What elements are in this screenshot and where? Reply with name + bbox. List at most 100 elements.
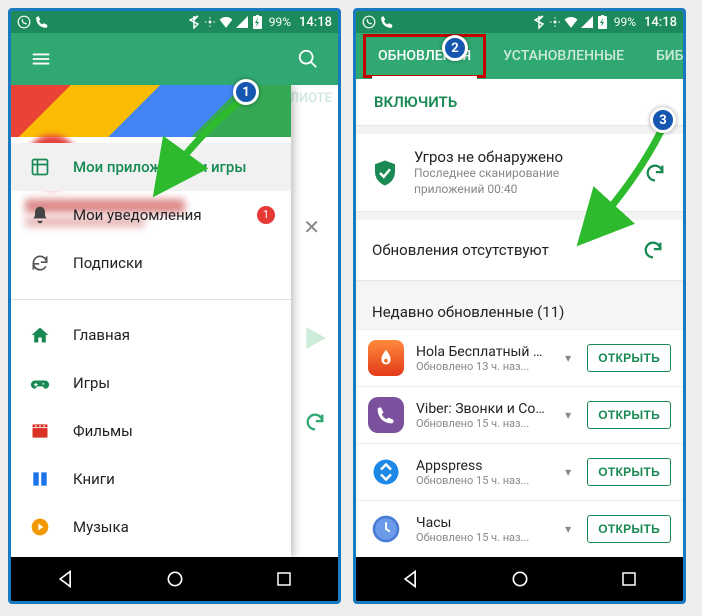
drawer-item-notifications[interactable]: Мои уведомления 1 [11, 191, 291, 239]
annotation-bubble-2: 2 [442, 35, 468, 61]
signal-icon [235, 15, 249, 29]
status-bar: 99% 14:18 [11, 11, 338, 33]
app-sub: Обновлено 15 ч. наз... [416, 474, 549, 487]
drawer-item-label: Книги [73, 470, 115, 488]
open-button[interactable]: ОТКРЫТЬ [587, 458, 671, 486]
phone-handset-icon [380, 15, 394, 29]
drawer-item-label: Музыка [73, 518, 129, 536]
apps-icon [29, 156, 51, 178]
drawer-item-games[interactable]: Игры [11, 359, 291, 407]
chevron-down-icon[interactable]: ▾ [561, 522, 575, 536]
annotation-bubble-3: 3 [650, 107, 676, 133]
app-row-appspress[interactable]: Appspress Обновлено 15 ч. наз... ▾ ОТКРЫ… [356, 443, 683, 500]
content-area: ВКЛЮЧИТЬ Угроз не обнаружено Последнее с… [356, 79, 683, 557]
app-name: Hola Бесплатный VPN [416, 344, 549, 360]
clock: 14:18 [644, 15, 677, 30]
chevron-down-icon[interactable]: ▾ [561, 465, 575, 479]
drawer-item-home[interactable]: Главная [11, 311, 291, 359]
close-icon[interactable]: ✕ [303, 215, 320, 239]
annotation-bubble-1: 1 [233, 79, 259, 105]
no-updates-label: Обновления отсутствуют [372, 241, 549, 259]
menu-icon[interactable] [19, 37, 63, 81]
drawer-item-label: Главная [73, 326, 130, 344]
tab-installed[interactable]: УСТАНОВЛЕННЫЕ [487, 33, 640, 79]
gamepad-icon [29, 372, 51, 394]
drawer-item-label: Подписки [73, 254, 143, 272]
signal-icon [580, 15, 594, 29]
chevron-down-icon[interactable]: ▾ [561, 351, 575, 365]
app-icon-viber [368, 397, 404, 433]
clock: 14:18 [299, 15, 332, 30]
viber-icon [17, 15, 31, 29]
home-button[interactable] [160, 564, 190, 594]
search-icon[interactable] [286, 37, 330, 81]
drawer-item-subscriptions[interactable]: Подписки [11, 239, 291, 287]
wifi-icon [564, 15, 578, 29]
app-icon-appspress [368, 454, 404, 490]
refresh-icon[interactable] [639, 236, 667, 264]
back-button[interactable] [51, 564, 81, 594]
app-row-hola[interactable]: Hola Бесплатный VPN Обновлено 13 ч. наз.… [356, 329, 683, 386]
phone-left: 99% 14:18 БИБЛИОТЕ ✕ A [8, 8, 341, 604]
app-row-viber[interactable]: Viber: Звонки и Сообщ... Обновлено 15 ч.… [356, 386, 683, 443]
tab-updates[interactable]: ОБНОВЛЕНИЯ [362, 33, 487, 79]
open-button[interactable]: ОТКРЫТЬ [587, 401, 671, 429]
phone-right: 99% 14:18 ОБНОВЛЕНИЯ УСТАНОВЛЕННЫЕ БИБЛИ… [353, 8, 686, 604]
viber-icon [362, 15, 376, 29]
drawer-section-1: Мои приложения и игры Мои уведомления 1 … [11, 137, 291, 293]
scan-card[interactable]: Угроз не обнаружено Последнее сканирован… [356, 134, 683, 212]
battery-icon [251, 15, 265, 29]
app-sub: Обновлено 13 ч. наз... [416, 360, 549, 373]
tab-library[interactable]: БИБЛИОТЕК [640, 33, 683, 79]
drawer-item-my-apps[interactable]: Мои приложения и игры [11, 143, 291, 191]
status-bar: 99% 14:18 [356, 11, 683, 33]
android-navbar [11, 557, 338, 601]
location-icon [203, 15, 217, 29]
no-updates-row: Обновления отсутствуют [356, 220, 683, 281]
app-icon-clock [368, 511, 404, 547]
home-button[interactable] [505, 564, 535, 594]
app-sub: Обновлено 15 ч. наз... [416, 531, 549, 544]
app-icon-hola [368, 340, 404, 376]
open-button[interactable]: ОТКРЫТЬ [587, 344, 671, 372]
scan-subtitle: Последнее сканирование приложений 00:40 [414, 166, 627, 197]
app-toolbar [11, 33, 338, 85]
app-row-clock[interactable]: Часы Обновлено 15 ч. наз... ▾ ОТКРЫТЬ [356, 500, 683, 557]
search-area[interactable] [67, 37, 282, 81]
chevron-down-icon[interactable]: ▾ [561, 408, 575, 422]
refresh-icon[interactable] [304, 411, 326, 437]
wifi-icon [219, 15, 233, 29]
refresh-icon [29, 252, 51, 274]
drawer-section-2: Главная Игры Фильмы Книги Музыка [11, 305, 291, 557]
film-icon [29, 420, 51, 442]
book-icon [29, 468, 51, 490]
recent-header: Недавно обновленные (11) [356, 289, 683, 329]
bluetooth-icon [187, 15, 201, 29]
home-icon [29, 324, 51, 346]
drawer-item-movies[interactable]: Фильмы [11, 407, 291, 455]
enable-link[interactable]: ВКЛЮЧИТЬ [356, 79, 683, 126]
app-name: Часы [416, 515, 549, 531]
shield-check-icon [370, 158, 400, 188]
drawer-item-label: Фильмы [73, 422, 133, 440]
play-triangle-icon [302, 325, 328, 355]
back-button[interactable] [396, 564, 426, 594]
battery-icon [596, 15, 610, 29]
notification-badge: 1 [257, 206, 275, 224]
content-area: БИБЛИОТЕ ✕ A Мои приложе [11, 85, 338, 557]
drawer-item-label: Игры [73, 374, 110, 392]
phone-handset-icon [35, 15, 49, 29]
recent-button[interactable] [269, 564, 299, 594]
battery-percent: 99% [614, 15, 636, 29]
battery-percent: 99% [269, 15, 291, 29]
music-icon [29, 516, 51, 538]
drawer-item-label: Мои приложения и игры [73, 158, 246, 176]
refresh-icon[interactable] [641, 159, 669, 187]
open-button[interactable]: ОТКРЫТЬ [587, 515, 671, 543]
drawer-item-music[interactable]: Музыка [11, 503, 291, 551]
drawer-item-books[interactable]: Книги [11, 455, 291, 503]
bluetooth-icon [532, 15, 546, 29]
app-sub: Обновлено 15 ч. наз... [416, 417, 549, 430]
recent-button[interactable] [614, 564, 644, 594]
app-name: Viber: Звонки и Сообщ... [416, 401, 549, 417]
